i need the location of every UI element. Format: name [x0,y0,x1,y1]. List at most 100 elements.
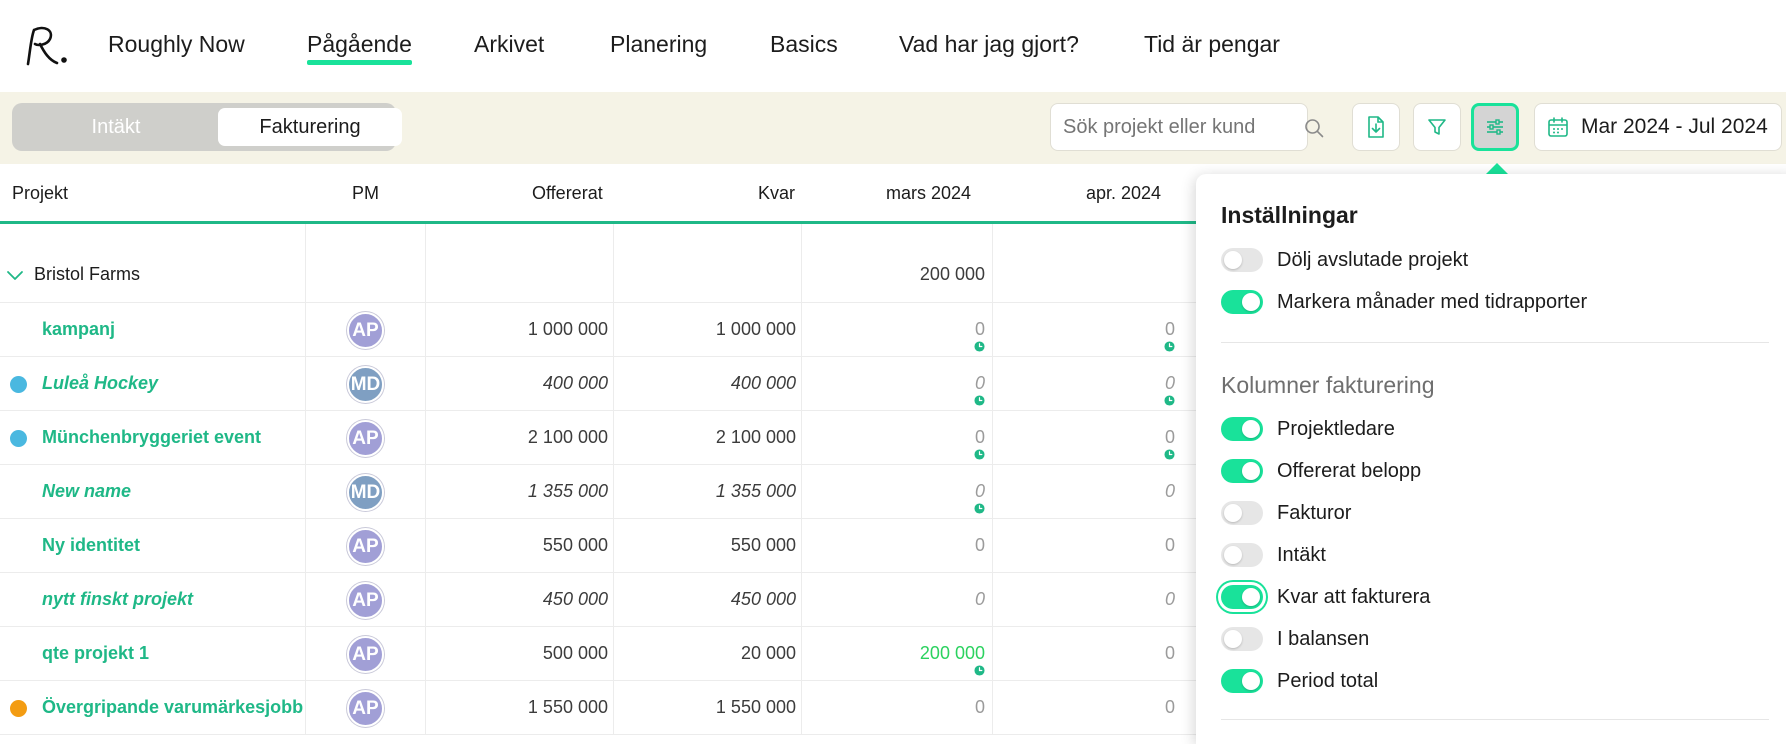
avatar[interactable]: AP [347,690,384,727]
header-apr-2024[interactable]: apr. 2024 [1086,183,1161,204]
time-report-clock-icon [974,395,985,406]
time-report-clock-icon [1164,341,1175,352]
project-name-link[interactable]: New name [42,481,131,502]
cell-m2: 0 [1164,427,1175,447]
avatar[interactable]: MD [347,474,384,511]
cell-remaining: 550 000 [730,535,796,555]
header-pm[interactable]: PM [352,183,379,204]
cell-offered: 1 355 000 [527,481,608,501]
cell-offered: 1 000 000 [527,319,608,339]
time-report-clock-icon [974,665,985,676]
sliders-icon [1487,119,1503,135]
setting-label: Fakturor [1277,501,1352,524]
top-navigation: Roughly Now Pågående Arkivet Planering B… [0,0,1786,92]
setting-label: Intäkt [1277,543,1326,566]
toggle-switch[interactable] [1221,248,1263,272]
nav-vad-har-jag-gjort[interactable]: Vad har jag gjort? [899,31,1079,58]
cell-m2: 0 [1164,481,1175,501]
nav-pagaende[interactable]: Pågående [307,31,412,65]
tab-fakturering[interactable]: Fakturering [218,108,402,146]
header-projekt[interactable]: Projekt [12,183,68,204]
cell-remaining: 450 000 [730,589,796,609]
toggle-switch[interactable] [1221,585,1263,609]
toolbar: Intäkt Fakturering Sök projekt eller kun… [0,92,1786,164]
avatar[interactable]: AP [347,582,384,619]
project-name-link[interactable]: Övergripande varumärkesjobb [42,697,303,718]
cell-remaining: 400 000 [730,373,796,393]
filter-icon [1428,119,1446,135]
project-name-link[interactable]: Luleå Hockey [42,373,158,394]
divider [1221,342,1769,343]
status-dot [10,700,27,717]
project-name-link[interactable]: Ny identitet [42,535,140,556]
toggle-switch[interactable] [1221,627,1263,651]
search-input[interactable] [1050,103,1308,151]
nav-basics[interactable]: Basics [770,31,838,58]
avatar[interactable]: AP [347,636,384,673]
avatar[interactable]: AP [347,528,384,565]
export-button[interactable] [1352,103,1400,151]
cell-m1: 200 000 [919,643,985,663]
status-dot [10,376,27,393]
cell-m1: 0 [974,535,985,555]
setting-projektledare[interactable]: Projektledare [1221,414,1395,444]
logo-icon[interactable] [22,22,68,68]
download-file-icon [1368,116,1384,138]
cell-offered: 450 000 [542,589,608,609]
cell-m2: 0 [1164,589,1175,609]
cell-m2: 0 [1164,319,1175,339]
toggle-switch[interactable] [1221,543,1263,567]
cell-m1: 0 [974,481,985,501]
view-switch: Intäkt Fakturering [12,103,402,151]
time-report-clock-icon [974,341,985,352]
date-range-label: Mar 2024 - Jul 2024 [1581,115,1768,138]
settings-button[interactable] [1471,103,1519,151]
avatar[interactable]: MD [347,366,384,403]
setting-offererat-belopp[interactable]: Offererat belopp [1221,456,1421,486]
search-icon[interactable] [1304,118,1324,138]
popover-arrow [1486,163,1508,174]
setting-i-balansen[interactable]: I balansen [1221,624,1369,654]
nav-arkivet[interactable]: Arkivet [474,31,544,58]
columns-section-title: Kolumner fakturering [1221,372,1435,398]
cell-offered: 550 000 [542,535,608,555]
toggle-switch[interactable] [1221,669,1263,693]
header-kvar[interactable]: Kvar [758,183,795,204]
toggle-switch[interactable] [1221,501,1263,525]
time-report-clock-icon [974,449,985,460]
cell-offered: 2 100 000 [527,427,608,447]
time-report-clock-icon [1164,395,1175,406]
setting-markera-manader[interactable]: Markera månader med tidrapporter [1221,287,1587,317]
toggle-switch[interactable] [1221,290,1263,314]
calendar-icon [1548,117,1568,137]
setting-period-total[interactable]: Period total [1221,666,1378,696]
project-name-link[interactable]: Münchenbryggeriet event [42,427,261,448]
project-name-link[interactable]: kampanj [42,319,115,340]
cell-remaining: 2 100 000 [715,427,796,447]
header-offererat[interactable]: Offererat [532,183,603,204]
avatar[interactable]: AP [347,420,384,457]
cell-m1: 0 [974,319,985,339]
header-mars-2024[interactable]: mars 2024 [886,183,971,204]
date-range-button[interactable]: Mar 2024 - Jul 2024 [1534,103,1782,151]
toggle-switch[interactable] [1221,459,1263,483]
avatar[interactable]: AP [347,312,384,349]
tab-intakt[interactable]: Intäkt [18,108,214,146]
setting-intakt[interactable]: Intäkt [1221,540,1326,570]
chevron-down-icon[interactable] [6,270,24,282]
nav-planering[interactable]: Planering [610,31,707,58]
setting-dolj-avslutade[interactable]: Dölj avslutade projekt [1221,245,1468,275]
cell-offered: 400 000 [542,373,608,393]
filter-button[interactable] [1413,103,1461,151]
cell-m2: 0 [1164,643,1175,663]
cell-m1: 0 [974,427,985,447]
setting-kvar-att-fakturera[interactable]: Kvar att fakturera [1221,582,1430,612]
nav-tid-ar-pengar[interactable]: Tid är pengar [1144,31,1280,58]
cell-m2: 0 [1164,535,1175,555]
project-name-link[interactable]: qte projekt 1 [42,643,149,664]
nav-roughly-now[interactable]: Roughly Now [108,31,245,58]
toggle-switch[interactable] [1221,417,1263,441]
setting-fakturor[interactable]: Fakturor [1221,498,1351,528]
time-report-clock-icon [1164,449,1175,460]
project-name-link[interactable]: nytt finskt projekt [42,589,193,610]
